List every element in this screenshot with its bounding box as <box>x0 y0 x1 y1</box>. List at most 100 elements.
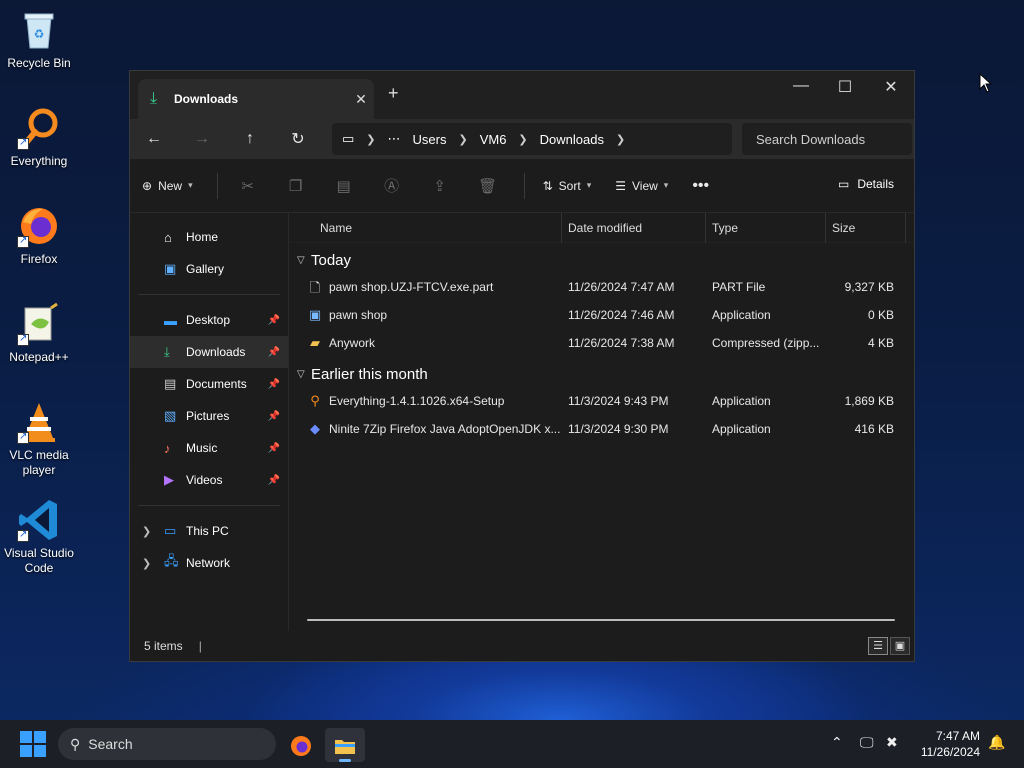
up-button[interactable]: ↑ <box>226 130 274 148</box>
more-options-button[interactable]: ••• <box>692 177 709 195</box>
pin-icon[interactable]: 📌 <box>268 347 280 358</box>
sidebar-item-videos[interactable]: ▶ Videos 📌 <box>130 464 288 496</box>
sort-button[interactable]: ⇅ Sort ▾ <box>543 179 592 193</box>
file-type: PART File <box>712 280 766 294</box>
forward-button[interactable]: → <box>178 130 226 148</box>
taskbar-firefox[interactable] <box>281 728 321 762</box>
close-window-button[interactable]: ✕ <box>868 77 914 97</box>
status-bar: 5 items | ☰ ▣ <box>130 631 914 661</box>
desktop-icon-label: Recycle Bin <box>7 56 71 70</box>
plus-circle-icon: ⊕ <box>142 178 153 193</box>
horizontal-scrollbar[interactable] <box>307 619 895 621</box>
desktop-icon-everything[interactable]: Everything <box>4 106 74 169</box>
chevron-right-icon[interactable]: ❯ <box>142 557 151 570</box>
file-date: 11/3/2024 9:43 PM <box>568 394 669 408</box>
chevron-down-icon: ▾ <box>188 180 193 190</box>
pin-icon[interactable]: 📌 <box>268 411 280 422</box>
rename-icon[interactable]: Ⓐ <box>380 175 404 196</box>
new-button[interactable]: ⊕ New ▾ <box>142 179 193 193</box>
file-row[interactable]: 🗋 pawn shop.UZJ-FTCV.exe.part 11/26/2024 … <box>289 273 914 301</box>
column-header-size[interactable]: Size <box>826 212 906 243</box>
sidebar-item-network[interactable]: ❯ 🖧 Network <box>130 547 288 579</box>
vlc-icon <box>17 400 61 444</box>
shortcut-arrow-icon <box>17 235 29 248</box>
pin-icon[interactable]: 📌 <box>268 379 280 390</box>
column-header-type[interactable]: Type <box>706 212 826 243</box>
details-view-button[interactable]: ☰ <box>868 637 888 655</box>
refresh-button[interactable]: ↻ <box>274 129 322 149</box>
title-bar[interactable]: ⤓ Downloads ✕ + — ☐ ✕ <box>130 71 914 119</box>
tab-downloads[interactable]: ⤓ Downloads ✕ <box>138 79 374 119</box>
notification-bell-icon[interactable]: 🔔 <box>988 734 1005 751</box>
share-icon[interactable]: ⇪ <box>428 177 452 195</box>
more-locations-icon[interactable]: ⋯ <box>388 131 401 147</box>
group-label: Today <box>311 251 352 269</box>
sidebar-item-label: Videos <box>186 473 223 487</box>
sidebar-item-music[interactable]: ♪ Music 📌 <box>130 432 288 464</box>
taskbar-search-label: Search <box>88 736 133 752</box>
desktop-icon-vscode[interactable]: Visual Studio Code <box>4 498 74 576</box>
column-header-name[interactable]: Name <box>289 212 562 243</box>
mouse-cursor-icon <box>979 73 993 93</box>
minimize-button[interactable]: — <box>778 77 824 95</box>
details-pane-button[interactable]: ▭ Details <box>838 177 894 191</box>
file-size: 4 KB <box>867 336 894 350</box>
copy-icon[interactable]: ❐ <box>284 177 308 195</box>
view-button[interactable]: ☰ View ▾ <box>615 179 668 193</box>
clock[interactable]: 7:47 AM 11/26/2024 <box>921 728 980 760</box>
file-row[interactable]: ◆ Ninite 7Zip Firefox Java AdoptOpenJDK x… <box>289 415 914 443</box>
chevron-right-icon[interactable]: ❯ <box>616 133 625 146</box>
file-name: Everything-1.4.1.1026.x64-Setup <box>329 394 505 408</box>
cut-icon[interactable]: ✂ <box>236 177 260 195</box>
taskbar-search[interactable]: ⚲ Search <box>58 728 276 760</box>
file-size: 0 KB <box>867 308 894 322</box>
group-header-earlier[interactable]: ▽ Earlier this month <box>289 361 914 387</box>
pin-icon[interactable]: 📌 <box>268 443 280 454</box>
paste-icon[interactable]: ▤ <box>332 177 356 195</box>
taskbar-file-explorer[interactable] <box>325 728 365 762</box>
sidebar-item-this-pc[interactable]: ❯ ▭ This PC <box>130 515 288 547</box>
sidebar-item-label: Downloads <box>186 345 246 359</box>
sidebar-item-desktop[interactable]: ▬ Desktop 📌 <box>130 304 288 336</box>
recycle-bin-icon: ♻ <box>17 8 61 52</box>
breadcrumb[interactable]: ▭ ❯ ⋯ Users ❯ VM6 ❯ Downloads ❯ <box>332 123 732 155</box>
show-hidden-icons-button[interactable]: ⌃ <box>831 734 843 751</box>
pin-icon[interactable]: 📌 <box>268 475 280 486</box>
column-headers: Name Date modified Type Size <box>289 212 914 243</box>
volume-muted-icon[interactable]: ✖ <box>886 734 898 751</box>
file-row[interactable]: ⚲ Everything-1.4.1.1026.x64-Setup 11/3/20… <box>289 387 914 415</box>
sidebar-item-label: Pictures <box>186 409 230 423</box>
file-row[interactable]: ▰ Anywork 11/26/2024 7:38 AM Compressed (… <box>289 329 914 357</box>
breadcrumb-item-users[interactable]: Users <box>413 132 447 147</box>
delete-icon[interactable]: 🗑 <box>476 177 500 195</box>
network-icon[interactable]: 🖵 <box>860 734 874 751</box>
close-tab-icon[interactable]: ✕ <box>348 91 374 108</box>
sidebar-item-label: Home <box>186 230 219 244</box>
file-date: 11/3/2024 9:30 PM <box>568 422 669 436</box>
new-tab-button[interactable]: + <box>388 83 399 104</box>
back-button[interactable]: ← <box>130 130 178 148</box>
file-type: Application <box>712 422 771 436</box>
search-input[interactable]: Search Downloads <box>742 123 912 155</box>
pin-icon[interactable]: 📌 <box>268 315 280 326</box>
sidebar-item-label: Music <box>186 441 218 455</box>
column-header-date[interactable]: Date modified <box>562 212 706 243</box>
breadcrumb-item-downloads[interactable]: Downloads <box>540 132 604 147</box>
maximize-button[interactable]: ☐ <box>822 77 868 97</box>
sidebar-item-home[interactable]: ⌂ Home <box>130 221 288 253</box>
start-button[interactable] <box>20 731 46 757</box>
breadcrumb-item-vm6[interactable]: VM6 <box>480 132 507 147</box>
group-header-today[interactable]: ▽ Today <box>289 247 914 273</box>
chevron-right-icon[interactable]: ❯ <box>142 525 151 538</box>
desktop-icon-notepadpp[interactable]: Notepad++ <box>4 302 74 365</box>
sidebar-item-downloads[interactable]: ⤓ Downloads 📌 <box>130 336 288 368</box>
desktop-icon-firefox[interactable]: Firefox <box>4 204 74 267</box>
file-row[interactable]: ▣ pawn shop 11/26/2024 7:46 AM Applicatio… <box>289 301 914 329</box>
large-icons-view-button[interactable]: ▣ <box>890 637 910 655</box>
group-label: Earlier this month <box>311 365 428 383</box>
sidebar-item-pictures[interactable]: ▧ Pictures 📌 <box>130 400 288 432</box>
sidebar-item-gallery[interactable]: ▣ Gallery <box>130 253 288 285</box>
desktop-icon-vlc[interactable]: VLC media player <box>4 400 74 478</box>
desktop-icon-recycle-bin[interactable]: ♻ Recycle Bin <box>4 8 74 71</box>
sidebar-item-documents[interactable]: ▤ Documents 📌 <box>130 368 288 400</box>
